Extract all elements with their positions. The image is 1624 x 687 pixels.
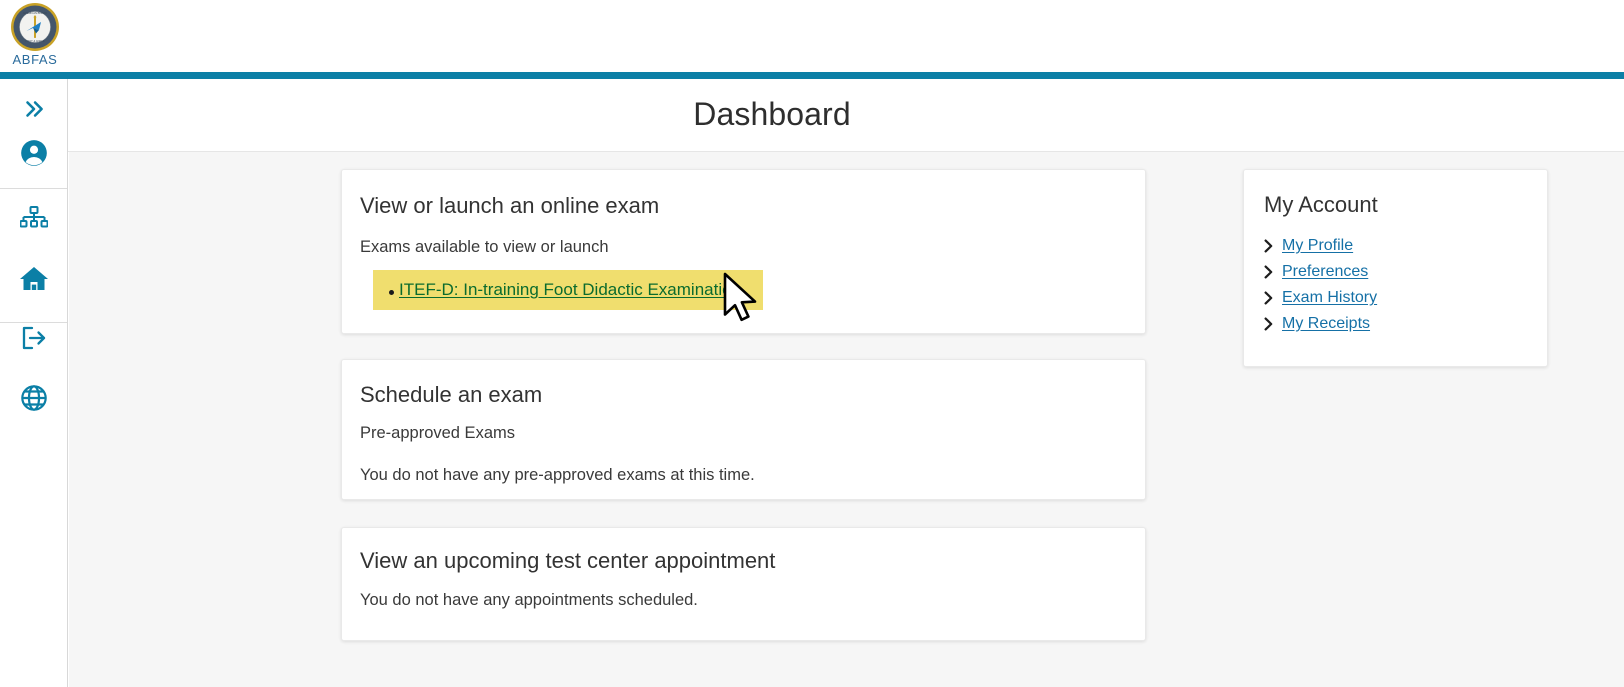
card-heading: View an upcoming test center appointment	[360, 548, 776, 573]
bullet-icon	[389, 290, 394, 295]
card-heading: View or launch an online exam	[360, 193, 660, 218]
chevron-right-icon	[1264, 317, 1282, 331]
chevron-double-right-icon	[25, 101, 43, 117]
sidebar-item-logout[interactable]	[0, 308, 67, 368]
sidebar-item-account[interactable]	[0, 123, 67, 183]
exam-list: ITEF-D: In-training Foot Didactic Examin…	[373, 270, 764, 310]
card-empty-message: You do not have any pre-approved exams a…	[360, 466, 755, 484]
exam-list-item-highlighted[interactable]: ITEF-D: In-training Foot Didactic Examin…	[373, 270, 764, 310]
card-schedule-exam: Schedule an exam Pre-approved Exams You …	[341, 359, 1146, 500]
card-heading: My Account	[1264, 192, 1378, 217]
account-link-label[interactable]: Exam History	[1282, 289, 1377, 307]
content-canvas: View or launch an online exam Exams avai…	[69, 152, 1624, 687]
sidebar-item-home[interactable]	[0, 249, 67, 309]
sign-out-icon	[22, 326, 45, 350]
card-subheading: Exams available to view or launch	[360, 238, 609, 256]
account-link-my-profile[interactable]: My Profile	[1264, 233, 1529, 259]
abfas-seal-icon: AMERICAN BOARD FOOT & ANKLE	[11, 3, 59, 51]
sitemap-icon	[19, 206, 48, 228]
brand-bar: AMERICAN BOARD FOOT & ANKLE ABFAS	[0, 0, 1624, 72]
card-my-account: My Account My Profile Preferences Exam H…	[1243, 169, 1548, 367]
globe-icon	[20, 385, 47, 411]
svg-text:FOOT & ANKLE: FOOT & ANKLE	[25, 39, 45, 43]
card-empty-message: You do not have any appointments schedul…	[360, 591, 698, 609]
card-test-center-appointment: View an upcoming test center appointment…	[341, 527, 1146, 641]
sidebar-rail	[0, 79, 68, 687]
svg-text:AMERICAN BOARD: AMERICAN BOARD	[23, 11, 48, 15]
chevron-right-icon	[1264, 291, 1282, 305]
account-link-label[interactable]: My Receipts	[1282, 315, 1370, 333]
account-link-label[interactable]: My Profile	[1282, 237, 1353, 255]
account-link-list: My Profile Preferences Exam History My R…	[1264, 233, 1529, 337]
sidebar-item-organization[interactable]	[0, 189, 67, 249]
sidebar-item-language[interactable]	[0, 368, 67, 428]
chevron-right-icon	[1264, 265, 1282, 279]
account-link-exam-history[interactable]: Exam History	[1264, 285, 1529, 311]
home-icon	[19, 267, 48, 290]
chevron-right-icon	[1264, 239, 1282, 253]
exam-launch-link[interactable]: ITEF-D: In-training Foot Didactic Examin…	[399, 280, 741, 299]
brand-logo[interactable]: AMERICAN BOARD FOOT & ANKLE ABFAS	[6, 2, 64, 70]
page-header: Dashboard	[68, 79, 1624, 152]
account-link-label[interactable]: Preferences	[1282, 263, 1368, 281]
user-circle-icon	[20, 140, 47, 166]
account-link-my-receipts[interactable]: My Receipts	[1264, 311, 1529, 337]
card-heading: Schedule an exam	[360, 382, 543, 407]
brand-accent-rule	[0, 72, 1624, 79]
page-title: Dashboard	[693, 96, 851, 132]
brand-wordmark: ABFAS	[12, 52, 58, 67]
card-subheading: Pre-approved Exams	[360, 424, 515, 442]
card-online-exam: View or launch an online exam Exams avai…	[341, 169, 1146, 334]
account-link-preferences[interactable]: Preferences	[1264, 259, 1529, 285]
